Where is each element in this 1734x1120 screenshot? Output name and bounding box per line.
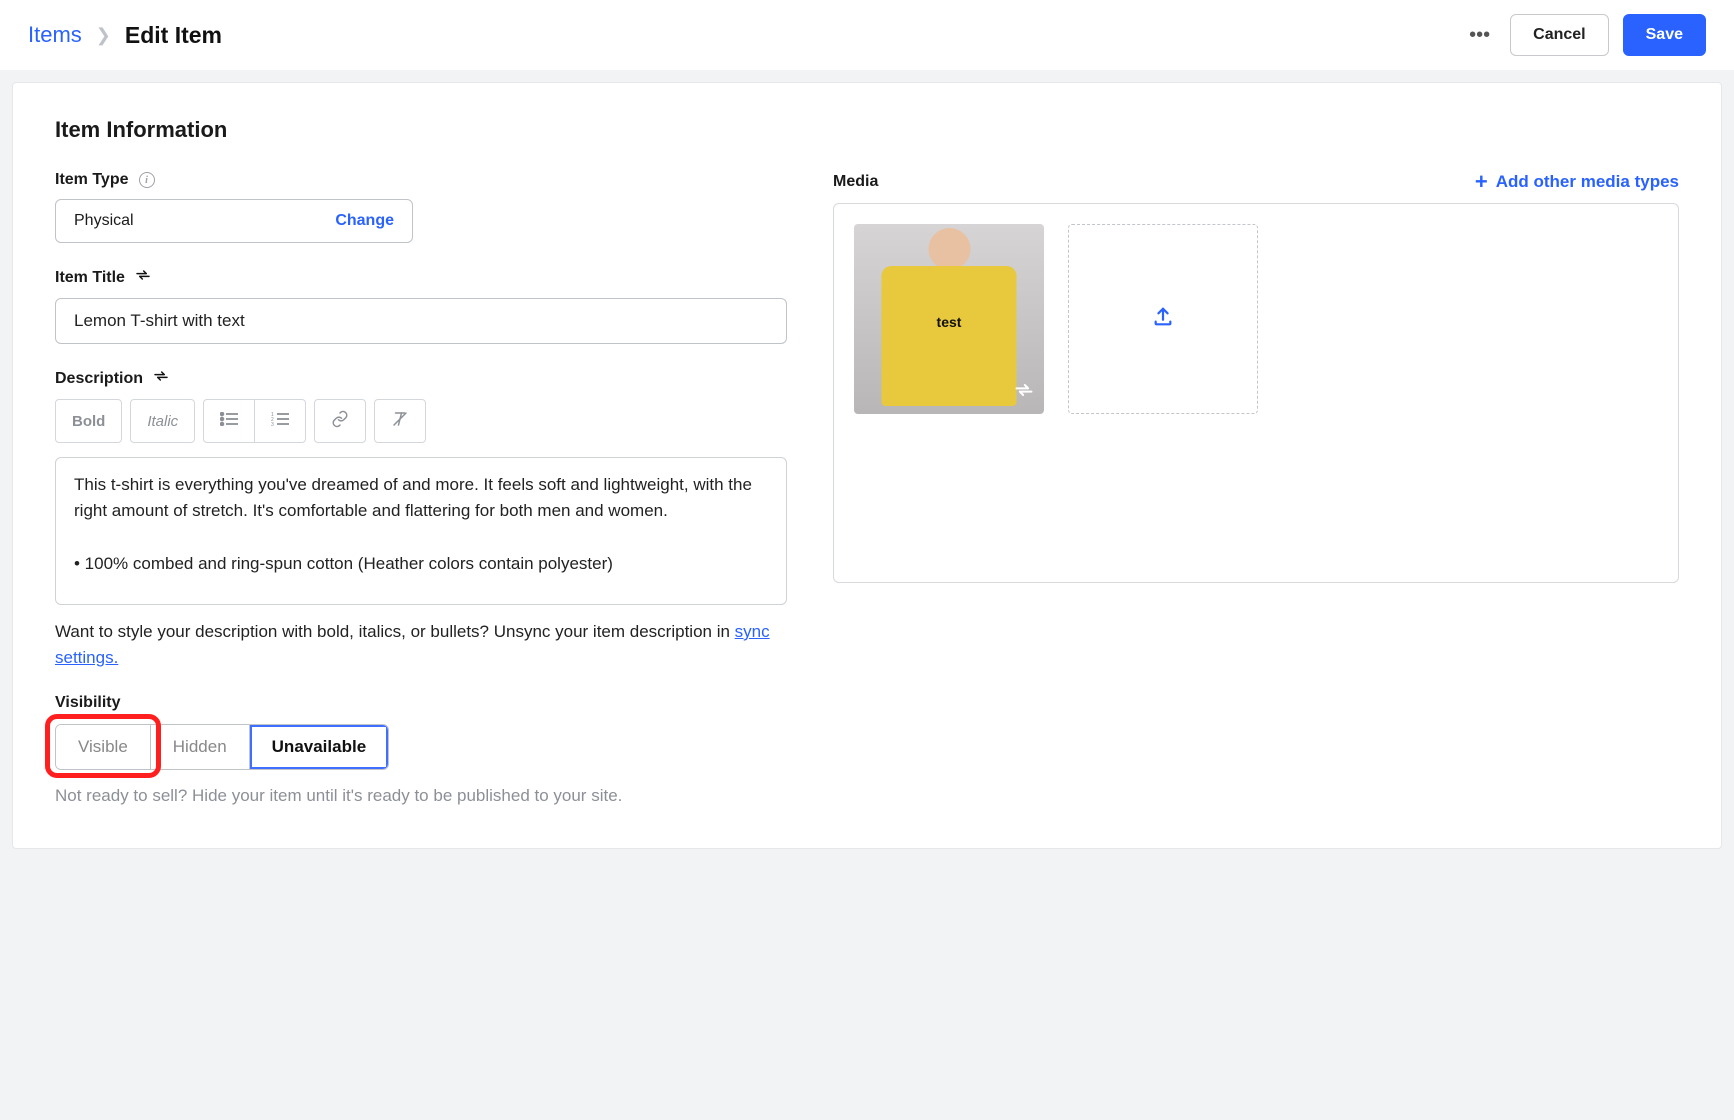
clear-format-icon [391, 410, 409, 432]
save-button[interactable]: Save [1623, 14, 1706, 56]
chevron-right-icon: ❯ [96, 25, 111, 46]
section-title: Item Information [55, 117, 1679, 143]
italic-button[interactable]: Italic [130, 399, 195, 443]
description-helper-text: Want to style your description with bold… [55, 622, 735, 641]
breadcrumb: Items ❯ Edit Item [28, 22, 222, 49]
add-media-link[interactable]: + Add other media types [1475, 171, 1679, 193]
item-type-value: Physical [74, 212, 134, 230]
visibility-note: Not ready to sell? Hide your item until … [55, 786, 787, 806]
upload-icon [1152, 306, 1174, 332]
clear-formatting-button[interactable] [374, 399, 426, 443]
page-title: Edit Item [125, 22, 222, 49]
link-button[interactable] [314, 399, 366, 443]
item-title-input[interactable] [55, 298, 787, 344]
item-type-field: Item Type i Physical Change [55, 171, 787, 243]
description-textarea[interactable]: This t-shirt is everything you've dreame… [55, 457, 787, 605]
numbered-list-button[interactable]: 123 [255, 399, 306, 443]
more-actions-button[interactable]: ••• [1463, 19, 1496, 51]
visibility-option-unavailable[interactable]: Unavailable [250, 725, 389, 769]
info-icon[interactable]: i [139, 172, 155, 188]
visibility-option-visible[interactable]: Visible [56, 725, 151, 769]
item-title-label: Item Title [55, 269, 125, 287]
numbered-list-icon: 123 [271, 412, 289, 430]
cancel-button[interactable]: Cancel [1510, 14, 1608, 56]
upload-media-tile[interactable] [1068, 224, 1258, 414]
description-toolbar: Bold Italic 123 [55, 399, 787, 443]
bold-button[interactable]: Bold [55, 399, 122, 443]
visibility-segmented: Visible Hidden Unavailable [55, 724, 389, 770]
ellipsis-icon: ••• [1469, 24, 1490, 46]
bullet-list-icon [220, 412, 238, 430]
media-thumbnail[interactable]: test [854, 224, 1044, 414]
sync-icon [1014, 380, 1034, 404]
visibility-label: Visibility [55, 694, 121, 712]
item-type-box: Physical Change [55, 199, 413, 243]
item-info-card: Item Information Item Type i Physical Ch… [12, 82, 1722, 849]
media-label: Media [833, 173, 878, 191]
description-helper: Want to style your description with bold… [55, 619, 787, 670]
link-icon [331, 410, 349, 432]
add-media-text: Add other media types [1496, 172, 1679, 192]
svg-text:3: 3 [271, 422, 274, 426]
sync-icon[interactable] [153, 368, 169, 389]
sync-icon[interactable] [135, 267, 151, 288]
topbar-actions: ••• Cancel Save [1463, 14, 1706, 56]
topbar: Items ❯ Edit Item ••• Cancel Save [0, 0, 1734, 70]
media-panel: test [833, 203, 1679, 583]
item-type-label: Item Type [55, 171, 129, 189]
description-label: Description [55, 370, 143, 388]
visibility-field: Visibility Visible Hidden Unavailable No… [55, 694, 787, 806]
visibility-option-hidden[interactable]: Hidden [151, 725, 250, 769]
tshirt-text: test [937, 314, 962, 330]
item-title-field: Item Title [55, 267, 787, 344]
bullet-list-button[interactable] [203, 399, 255, 443]
plus-icon: + [1475, 171, 1488, 193]
item-type-change-link[interactable]: Change [335, 212, 394, 230]
breadcrumb-root-link[interactable]: Items [28, 22, 82, 48]
description-field: Description Bold Italic [55, 368, 787, 670]
